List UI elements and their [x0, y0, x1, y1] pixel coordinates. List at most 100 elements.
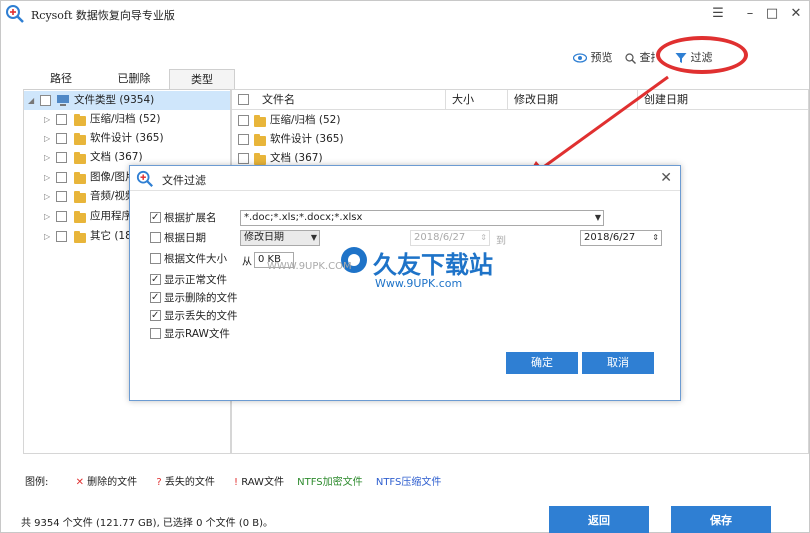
- preview-button[interactable]: 预览: [572, 49, 613, 67]
- expand-arrow-icon[interactable]: ▷: [44, 129, 50, 148]
- app-logo-icon: [6, 5, 24, 23]
- tree-item-checkbox[interactable]: [56, 133, 67, 144]
- folder-icon: [74, 114, 86, 126]
- legend-lost: 丢失的文件: [164, 477, 215, 488]
- folder-icon: [74, 191, 86, 203]
- tree-item[interactable]: ▷ 软件设计 (365): [24, 129, 230, 148]
- tree-item[interactable]: ▷ 压缩/归档 (52): [24, 110, 230, 129]
- legend-ntfs-encrypted: NTFS加密文件: [297, 477, 363, 488]
- back-button[interactable]: 返回: [549, 506, 649, 533]
- tree-item-checkbox[interactable]: [56, 172, 67, 183]
- filter-by-ext-label: 根据扩展名: [164, 212, 217, 224]
- expand-arrow-icon[interactable]: ▷: [44, 187, 50, 206]
- close-button[interactable]: ✕: [785, 4, 807, 24]
- row-checkbox[interactable]: [238, 134, 249, 145]
- deleted-mark-icon: ✕: [75, 477, 84, 488]
- file-name: 压缩/归档 (52): [270, 114, 341, 126]
- dialog-title: 文件过滤: [162, 174, 206, 187]
- tab-deleted[interactable]: 已删除: [99, 69, 169, 89]
- dialog-close-icon[interactable]: ✕: [660, 170, 672, 186]
- show-normal-checkbox[interactable]: [150, 272, 161, 288]
- legend-raw: RAW文件: [241, 477, 284, 488]
- expand-arrow-icon[interactable]: ▷: [44, 168, 50, 187]
- folder-icon: [254, 153, 266, 165]
- tree-item-checkbox[interactable]: [56, 231, 67, 242]
- save-button[interactable]: 保存: [671, 506, 771, 533]
- app-window: Rcysoft 数据恢复向导专业版 ☰ – □ ✕ 预览 查找 过滤 路径 已删…: [0, 0, 810, 533]
- date-to-value: 2018/6/27: [584, 232, 636, 243]
- menu-icon[interactable]: ☰: [707, 4, 729, 24]
- show-normal-label: 显示正常文件: [164, 274, 227, 286]
- search-icon: [625, 52, 636, 64]
- tree-item-checkbox[interactable]: [56, 191, 67, 202]
- tree-item-checkbox[interactable]: [56, 211, 67, 222]
- filter-by-date-checkbox[interactable]: [150, 232, 161, 243]
- extension-input[interactable]: *.doc;*.xls;*.docx;*.xlsx ▼: [240, 210, 604, 226]
- tree-item-label: 软件设计 (365): [90, 132, 164, 144]
- legend: 图例: ✕ 删除的文件 ? 丢失的文件 ! RAW文件 NTFS加密文件 NTF…: [25, 473, 441, 488]
- filter-by-ext-checkbox[interactable]: [150, 210, 161, 226]
- minimize-button[interactable]: –: [739, 4, 761, 24]
- tree-item-checkbox[interactable]: [56, 114, 67, 125]
- ok-button[interactable]: 确定: [506, 352, 578, 374]
- tree-item-label: 应用程序: [90, 210, 132, 222]
- expand-arrow-icon[interactable]: ▷: [44, 227, 50, 246]
- row-checkbox[interactable]: [238, 115, 249, 126]
- show-raw-checkbox[interactable]: [150, 328, 161, 339]
- chevron-down-icon[interactable]: ▼: [595, 211, 601, 225]
- tree-item-label: 其它 (18: [90, 230, 132, 242]
- watermark: 久友下载站 WWW.9UPK.COM Www.9UPK.com: [263, 241, 503, 297]
- row-checkbox[interactable]: [238, 153, 249, 164]
- tab-type[interactable]: 类型: [169, 69, 235, 89]
- computer-icon: [57, 95, 69, 106]
- folder-icon: [74, 231, 86, 243]
- legend-ntfs-compressed: NTFS压缩文件: [375, 477, 442, 488]
- folder-icon: [254, 134, 266, 146]
- preview-label: 预览: [590, 51, 613, 64]
- search-button[interactable]: 查找: [625, 49, 655, 67]
- eye-icon: [572, 53, 588, 63]
- highlight-circle: [656, 36, 748, 74]
- filter-by-size-checkbox[interactable]: [150, 253, 161, 264]
- watermark-url: Www.9UPK.com: [375, 277, 463, 290]
- tree-item-checkbox[interactable]: [56, 152, 67, 163]
- file-name: 软件设计 (365): [270, 133, 344, 145]
- select-all-checkbox[interactable]: [238, 94, 249, 105]
- raw-mark-icon: !: [234, 477, 239, 488]
- dialog-divider: [130, 190, 680, 191]
- collapse-arrow-icon[interactable]: ◢: [28, 91, 34, 110]
- search-label: 查找: [639, 51, 656, 64]
- expand-arrow-icon[interactable]: ▷: [44, 148, 50, 167]
- extension-value: *.doc;*.xls;*.docx;*.xlsx: [244, 212, 363, 223]
- column-header-name[interactable]: 文件名: [256, 90, 446, 110]
- maximize-button[interactable]: □: [761, 4, 783, 24]
- status-text: 共 9354 个文件 (121.77 GB), 已选择 0 个文件 (0 B)。: [21, 518, 274, 529]
- column-header-size[interactable]: 大小: [446, 90, 508, 110]
- cancel-button[interactable]: 取消: [582, 352, 654, 374]
- expand-arrow-icon[interactable]: ▷: [44, 207, 50, 226]
- show-deleted-label: 显示删除的文件: [164, 292, 238, 304]
- watermark-url-small: WWW.9UPK.COM: [267, 261, 352, 272]
- tree-root-label: 文件类型 (9354): [74, 94, 155, 106]
- tab-path[interactable]: 路径: [23, 69, 99, 89]
- tree-item-label: 压缩/归档 (52): [90, 113, 161, 125]
- folder-icon: [74, 152, 86, 164]
- filter-by-size-label: 根据文件大小: [164, 253, 227, 265]
- filter-by-date-label: 根据日期: [164, 232, 206, 244]
- show-raw-label: 显示RAW文件: [164, 328, 230, 340]
- folder-icon: [254, 115, 266, 127]
- show-lost-checkbox[interactable]: [150, 308, 161, 324]
- watermark-brand: 久友下载站: [373, 251, 493, 279]
- date-to-input[interactable]: 2018/6/27 ⇕: [580, 230, 662, 246]
- spinner-icon[interactable]: ⇕: [652, 231, 659, 245]
- show-deleted-checkbox[interactable]: [150, 290, 161, 306]
- tree-root[interactable]: ◢ 文件类型 (9354): [24, 91, 230, 110]
- legend-deleted: 删除的文件: [87, 477, 138, 488]
- lost-mark-icon: ?: [156, 477, 162, 488]
- tree-root-checkbox[interactable]: [40, 95, 51, 106]
- folder-icon: [74, 133, 86, 145]
- folder-icon: [74, 172, 86, 184]
- title-bar: Rcysoft 数据恢复向导专业版 ☰ – □ ✕: [1, 1, 810, 27]
- expand-arrow-icon[interactable]: ▷: [44, 110, 50, 129]
- size-from-label: 从: [242, 257, 252, 268]
